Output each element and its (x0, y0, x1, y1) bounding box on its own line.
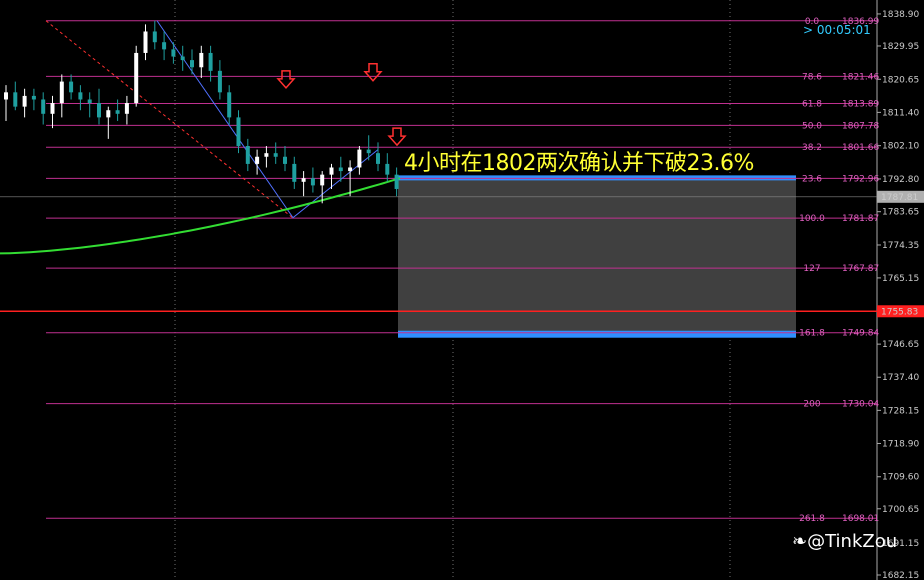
target-zone (398, 178, 796, 333)
candle-body-1 (13, 92, 18, 107)
price-tick-label-1: 1829.95 (882, 42, 919, 52)
candle-body-18 (171, 49, 176, 57)
candle-body-41 (385, 163, 390, 175)
fib-ratio-label-7: 127 (803, 264, 820, 274)
chart-window: 1838.90 1829.95 1820.65 1811.40 1802.10 1792.… (0, 0, 924, 580)
candle-body-34 (320, 174, 325, 186)
candle-body-14 (134, 52, 139, 104)
candle-body-10 (97, 103, 101, 118)
candle-body-37 (348, 167, 353, 172)
price-tick-label-15: 1700.65 (882, 505, 919, 515)
moving-average-line (0, 177, 401, 255)
candle-body-7 (69, 81, 74, 93)
candle-body-13 (124, 103, 129, 114)
candle-body-35 (329, 167, 334, 175)
annotation-text: 4小时在1802两次确认并下破23.6% (404, 151, 754, 176)
price-tick-label-13: 1718.90 (882, 439, 919, 449)
candle-body-38 (357, 149, 362, 168)
down-arrow-icon-2 (387, 127, 407, 147)
fib-ratio-label-4: 38.2 (802, 143, 822, 153)
candle-body-8 (78, 92, 83, 100)
fib-price-label-1: 1821.46 (842, 72, 879, 82)
fib-diagonal (45, 20, 294, 219)
down-arrow-icon-1 (363, 62, 383, 82)
price-tick-label-7: 1774.35 (882, 241, 919, 251)
fib-price-label-7: 1767.87 (842, 264, 879, 274)
price-tick-label-6: 1783.65 (882, 208, 919, 218)
price-tick-label-5: 1792.80 (882, 175, 919, 185)
fib-price-label-9: 1730.04 (842, 400, 879, 410)
watermark-text: @TinkZou (807, 531, 898, 552)
watermark: ❧@TinkZou (792, 531, 897, 552)
candle-body-24 (227, 92, 232, 118)
swing-zigzag (156, 20, 379, 219)
candle-body-30 (283, 156, 287, 164)
candle-body-40 (376, 153, 380, 164)
price-tick-label-17: 1682.15 (882, 571, 919, 580)
candle-body-27 (255, 156, 260, 164)
price-tick-label-10: 1746.65 (882, 340, 919, 350)
fib-ratio-label-10: 261.8 (799, 514, 825, 524)
candle-body-42 (394, 174, 399, 189)
fib-ratio-label-1: 78.6 (802, 72, 822, 82)
candle-body-16 (152, 31, 157, 43)
candle-body-0 (4, 92, 8, 100)
fib-ratio-label-6: 100.0 (799, 214, 825, 224)
target-zone-bottom-edge (398, 330, 796, 338)
fib-price-label-4: 1801.66 (842, 143, 879, 153)
candle-body-32 (301, 178, 306, 182)
candle-body-21 (199, 52, 204, 68)
watermark-logo-icon: ❧ (792, 531, 808, 552)
candle-body-22 (208, 52, 213, 71)
price-tick-label-11: 1737.40 (882, 373, 919, 383)
candle-body-19 (180, 56, 185, 61)
candle-body-4 (41, 99, 46, 114)
fib-price-label-3: 1807.78 (842, 121, 879, 131)
fib-ratio-label-5: 23.6 (802, 174, 822, 184)
price-chart[interactable]: 1838.90 1829.95 1820.65 1811.40 1802.10 1792.… (0, 0, 924, 580)
candle-body-3 (31, 95, 36, 100)
candle-body-20 (190, 60, 194, 68)
fib-price-label-8: 1749.84 (842, 329, 879, 339)
fib-price-label-2: 1813.89 (842, 99, 879, 109)
fib-price-label-10: 1698.01 (842, 514, 879, 524)
fib-ratio-label-2: 61.8 (802, 99, 822, 109)
current-price-label: 1787.81 (881, 193, 918, 203)
candle-body-5 (50, 103, 55, 114)
candle-body-15 (143, 31, 148, 53)
candle-body-28 (264, 153, 269, 157)
price-tick-label-4: 1802.10 (882, 142, 919, 152)
price-tick-label-2: 1820.65 (882, 75, 919, 85)
horizontal-line-price: 1755.83 (881, 307, 918, 317)
price-tick-label-8: 1765.15 (882, 274, 919, 284)
candle-body-26 (245, 146, 250, 164)
candle-body-29 (273, 153, 278, 157)
price-tick-label-12: 1728.15 (882, 406, 919, 416)
candle-body-31 (292, 163, 297, 182)
candle-body-6 (59, 81, 64, 104)
price-tick-label-3: 1811.40 (882, 108, 919, 118)
candle-body-39 (366, 149, 371, 154)
down-arrow-icon-0 (276, 70, 296, 89)
candle-body-11 (106, 110, 111, 118)
price-tick-label-14: 1709.60 (882, 473, 919, 483)
fib-price-label-5: 1792.96 (842, 174, 879, 184)
candle-body-33 (310, 178, 315, 186)
fib-price-label-6: 1781.87 (842, 214, 879, 224)
candle-body-17 (162, 42, 167, 50)
fib-ratio-label-3: 50.0 (802, 121, 822, 131)
fib-ratio-label-9: 200 (803, 400, 820, 410)
candle-body-23 (217, 70, 222, 93)
fib-ratio-label-8: 161.8 (799, 329, 825, 339)
candle-body-2 (22, 95, 27, 107)
candle-body-36 (338, 167, 343, 172)
candle-body-9 (87, 99, 92, 104)
candle-body-12 (115, 110, 120, 114)
price-tick-label-0: 1838.90 (882, 10, 919, 20)
candle-body-25 (236, 117, 241, 147)
candle-timer: > 00:05:01 (803, 23, 871, 37)
